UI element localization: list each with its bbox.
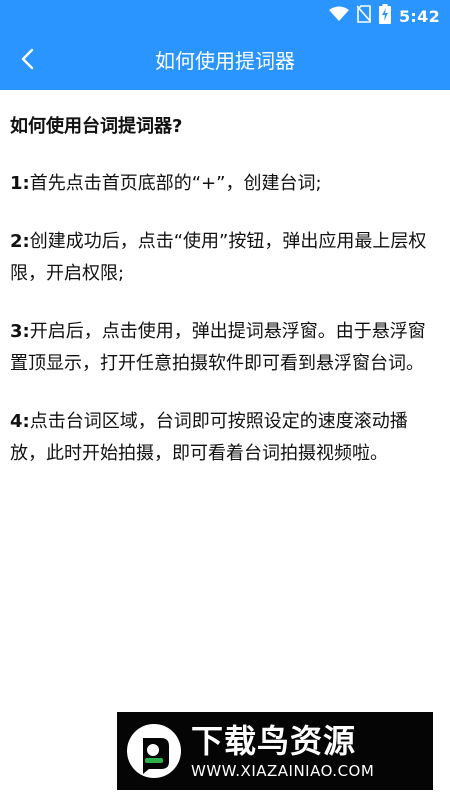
status-icons: 5:42	[329, 4, 440, 28]
step-separator: :	[22, 231, 30, 252]
step-4: 4:点击台词区域，台词即可按照设定的速度滚动播放，此时开始拍摄，即可看着台词拍摄…	[10, 406, 440, 470]
page-title: 如何使用提词器	[155, 49, 295, 73]
watermark-banner: 下载鸟资源 WWW.XIAZAINIAO.COM	[117, 712, 433, 790]
step-text: 创建成功后，点击“使用”按钮，弹出应用最上层权限，开启权限;	[10, 231, 427, 284]
step-1: 1:首先点击首页底部的“+”，创建台词;	[10, 168, 440, 200]
step-2: 2:创建成功后，点击“使用”按钮，弹出应用最上层权限，开启权限;	[10, 226, 440, 290]
step-text: 开启后，点击使用，弹出提词悬浮窗。由于悬浮窗置顶显示，打开任意拍摄软件即可看到悬…	[10, 321, 426, 374]
step-text: 点击台词区域，台词即可按照设定的速度滚动播放，此时开始拍摄，即可看着台词拍摄视频…	[10, 411, 408, 464]
step-3: 3:开启后，点击使用，弹出提词悬浮窗。由于悬浮窗置顶显示，打开任意拍摄软件即可看…	[10, 316, 440, 380]
watermark-brand: 下载鸟资源	[191, 722, 357, 760]
no-sim-icon	[356, 5, 372, 27]
step-text: 首先点击首页底部的“+”，创建台词;	[29, 173, 322, 194]
step-number: 1	[10, 173, 23, 194]
watermark-text: 下载鸟资源 WWW.XIAZAINIAO.COM	[191, 721, 374, 781]
step-number: 3	[10, 321, 23, 342]
watermark-url: WWW.XIAZAINIAO.COM	[191, 762, 375, 780]
article-content: 如何使用台词提词器? 1:首先点击首页底部的“+”，创建台词; 2:创建成功后，…	[10, 90, 440, 470]
step-number: 2	[10, 231, 23, 252]
bird-logo-icon	[125, 722, 183, 780]
step-number: 4	[10, 411, 23, 432]
wifi-icon	[329, 6, 349, 26]
step-separator: :	[22, 411, 30, 432]
app-bar: 如何使用提词器	[0, 32, 450, 90]
battery-charging-icon	[379, 4, 391, 28]
step-separator: :	[22, 321, 30, 342]
status-bar: 5:42	[0, 0, 450, 32]
status-time: 5:42	[399, 6, 440, 26]
article-heading: 如何使用台词提词器?	[10, 116, 183, 137]
step-separator: :	[22, 173, 30, 194]
